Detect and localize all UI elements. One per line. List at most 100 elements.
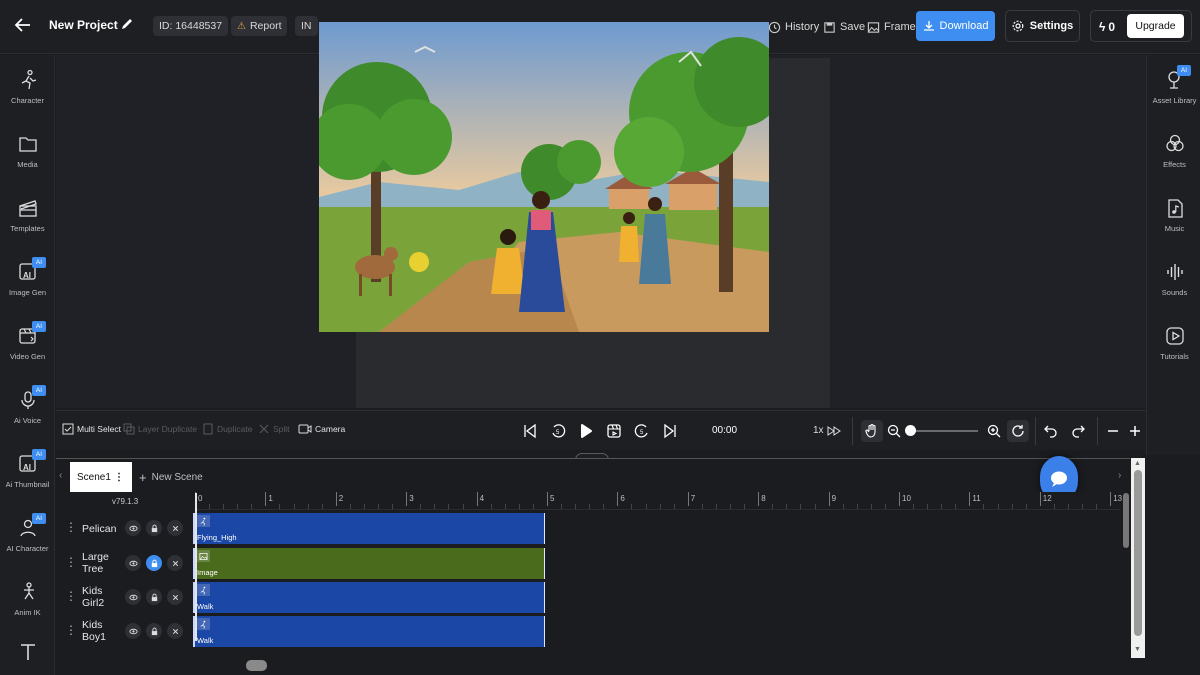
multi-select-button[interactable]: Multi Select: [62, 423, 121, 435]
sidebar-item-tutorials[interactable]: Tutorials: [1147, 319, 1200, 377]
redo-button[interactable]: [1067, 420, 1089, 442]
clip-label: Walk: [197, 636, 214, 645]
layer-row-large-tree[interactable]: ⋮ Large Tree Image: [56, 547, 1120, 581]
playback-speed-button[interactable]: 1x: [813, 425, 841, 436]
scroll-up-arrow-icon[interactable]: ▲: [1134, 460, 1141, 467]
sidebar-item-text[interactable]: [0, 635, 55, 675]
download-button[interactable]: Download: [916, 11, 995, 41]
scroll-down-arrow-icon[interactable]: ▼: [1134, 646, 1141, 653]
delete-layer-close-icon[interactable]: [167, 555, 183, 571]
layer-row-pelican[interactable]: ⋮ Pelican Flying_High: [56, 512, 1120, 546]
clip-end-handle[interactable]: [544, 582, 545, 613]
sidebar-item-music[interactable]: Music: [1147, 191, 1200, 249]
back-arrow-icon[interactable]: [12, 14, 34, 36]
vertical-scrollbar-thumb[interactable]: [1134, 470, 1142, 636]
save-button[interactable]: Save: [823, 16, 865, 38]
timeline-zoom-out-button[interactable]: [1102, 420, 1124, 442]
sidebar-item-sounds[interactable]: Sounds: [1147, 255, 1200, 313]
play-button[interactable]: [575, 420, 597, 442]
sidebar-item-character[interactable]: Character: [0, 63, 55, 121]
reset-zoom-button[interactable]: [1007, 420, 1029, 442]
visibility-eye-icon[interactable]: [125, 589, 141, 605]
split-button[interactable]: Split: [258, 423, 290, 435]
skip-to-start-button[interactable]: [519, 420, 541, 442]
upgrade-button[interactable]: Upgrade: [1127, 14, 1184, 38]
sidebar-item-ai-thumbnail[interactable]: AI AI Ai Thumbnail: [0, 447, 55, 505]
pan-hand-button[interactable]: [861, 420, 883, 442]
scene-menu-dots-icon[interactable]: ⋮: [114, 472, 124, 483]
lock-icon[interactable]: [146, 520, 162, 536]
sidebar-item-templates[interactable]: Templates: [0, 191, 55, 249]
zoom-slider-knob[interactable]: [905, 425, 916, 436]
layer-drag-handle-icon[interactable]: ⋮: [65, 623, 77, 637]
timeline-clip[interactable]: Image: [193, 548, 545, 579]
horizontal-scrollbar-thumb[interactable]: [246, 660, 267, 671]
frame-button[interactable]: Frame: [867, 16, 916, 38]
visibility-eye-icon[interactable]: [125, 555, 141, 571]
ruler-minor-tick: [772, 504, 774, 509]
sidebar-item-ai-character[interactable]: AI AI Character: [0, 511, 55, 569]
zoom-out-button[interactable]: [883, 420, 905, 442]
delete-layer-close-icon[interactable]: [167, 520, 183, 536]
ruler-minor-tick: [420, 504, 422, 509]
timeline-zoom-in-button[interactable]: [1124, 420, 1146, 442]
sidebar-item-asset-library[interactable]: AI Asset Library: [1147, 63, 1200, 121]
ruler-minor-tick: [645, 504, 647, 509]
zoom-slider-track[interactable]: [908, 430, 978, 432]
timeline-playhead[interactable]: [195, 493, 197, 641]
sidebar-item-media[interactable]: Media: [0, 127, 55, 185]
zoom-in-button[interactable]: [983, 420, 1005, 442]
scroll-scenes-right-icon[interactable]: ›: [1118, 470, 1121, 481]
lock-icon[interactable]: [146, 623, 162, 639]
sidebar-item-video-gen[interactable]: AI Video Gen: [0, 319, 55, 377]
pencil-edit-icon[interactable]: [120, 16, 136, 32]
visibility-eye-icon[interactable]: [125, 623, 141, 639]
report-button[interactable]: ⚠ Report: [231, 16, 288, 36]
new-scene-button[interactable]: + New Scene: [139, 470, 203, 485]
delete-layer-close-icon[interactable]: [167, 589, 183, 605]
lock-icon[interactable]: [146, 555, 162, 571]
time-ruler[interactable]: 0 1 2 3 4 5 6 7 8 9 10 11 12 13: [194, 492, 1122, 510]
timeline-clip[interactable]: Walk: [193, 616, 545, 647]
sidebar-item-effects[interactable]: Effects: [1147, 127, 1200, 185]
sidebar-item-anim-ik[interactable]: Anim IK: [0, 575, 55, 633]
forward-5-button[interactable]: 5: [631, 420, 653, 442]
clip-end-handle[interactable]: [544, 513, 545, 544]
rewind-5-button[interactable]: 5: [547, 420, 569, 442]
scene-tab-scene1[interactable]: Scene1 ⋮: [70, 462, 132, 492]
scroll-scenes-left-icon[interactable]: ‹: [59, 470, 62, 481]
clip-end-handle[interactable]: [544, 548, 545, 579]
layer-row-kids-girl2[interactable]: ⋮ Kids Girl2 Walk: [56, 581, 1120, 615]
layer-drag-handle-icon[interactable]: ⋮: [65, 555, 77, 569]
timeline-clip[interactable]: Walk: [193, 582, 545, 613]
language-badge[interactable]: IN: [295, 16, 318, 36]
frame-preview-button[interactable]: [603, 420, 625, 442]
duplicate-button[interactable]: Duplicate: [202, 423, 252, 435]
timeline-vertical-scrollbar[interactable]: ▲ ▼: [1131, 458, 1145, 658]
camera-button[interactable]: Camera: [298, 423, 345, 435]
undo-button[interactable]: [1040, 420, 1062, 442]
scene-preview-image[interactable]: [319, 22, 769, 332]
visibility-eye-icon[interactable]: [125, 520, 141, 536]
layer-duplicate-button[interactable]: Layer Duplicate: [123, 423, 197, 435]
project-id-badge: ID: 16448537: [153, 16, 229, 36]
delete-layer-close-icon[interactable]: [167, 623, 183, 639]
timeline-clip[interactable]: Flying_High: [193, 513, 545, 544]
clip-end-handle[interactable]: [544, 616, 545, 647]
ruler-minor-tick: [955, 504, 957, 509]
sidebar-item-ai-voice[interactable]: AI Ai Voice: [0, 383, 55, 441]
project-title[interactable]: New Project: [49, 18, 118, 32]
lock-icon[interactable]: [146, 589, 162, 605]
ruler-minor-tick: [223, 504, 225, 509]
layer-drag-handle-icon[interactable]: ⋮: [65, 589, 77, 603]
layer-drag-handle-icon[interactable]: ⋮: [65, 520, 77, 534]
ruler-minor-tick: [1096, 504, 1098, 509]
layer-row-kids-boy1[interactable]: ⋮ Kids Boy1 Walk: [56, 615, 1120, 649]
timeline-inner-scrollbar[interactable]: [1123, 493, 1129, 548]
skip-to-end-button[interactable]: [659, 420, 681, 442]
ruler-minor-tick: [884, 504, 886, 509]
history-button[interactable]: History: [768, 16, 819, 38]
ruler-minor-tick: [659, 504, 661, 509]
settings-button[interactable]: Settings: [1005, 10, 1080, 42]
sidebar-item-image-gen[interactable]: AI AI Image Gen: [0, 255, 55, 313]
